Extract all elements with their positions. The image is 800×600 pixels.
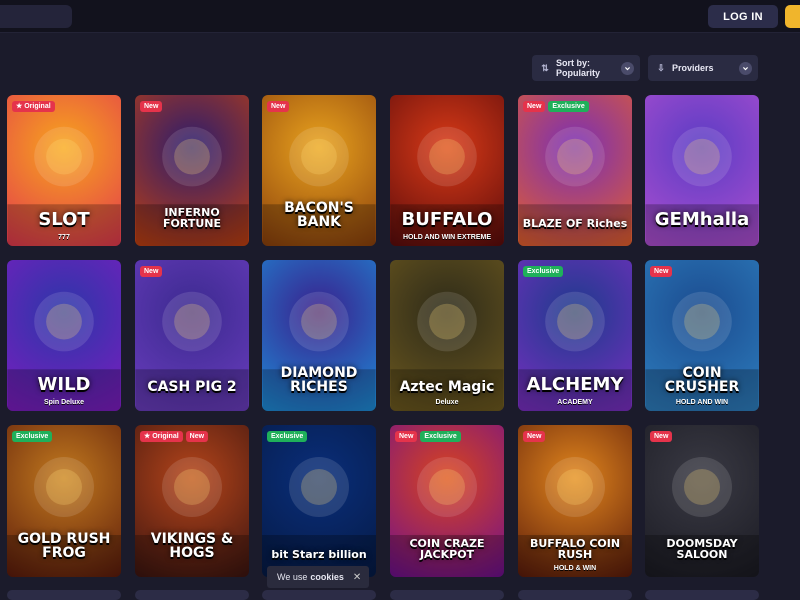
providers-label: Providers [672,63,714,73]
game-subtitle: ACADEMY [557,399,593,406]
badge-group: New [650,431,673,442]
game-tile[interactable]: Exclusive GOLD RUSH FROG [7,425,121,577]
sort-label: Sort by: Popularity [556,58,601,78]
game-tile[interactable]: New Exclusive BLAZE OF Riches [518,95,632,246]
game-title: WILD [37,374,91,396]
game-tile[interactable]: Exclusive bit Starz billion [262,425,376,577]
new-badge: New [140,101,163,112]
signup-button[interactable] [785,5,800,28]
game-tile[interactable]: WILD Spin Deluxe [7,260,121,411]
game-title: Aztec Magic [399,379,495,396]
game-subtitle: Deluxe [435,399,459,406]
close-icon[interactable]: ✕ [353,572,361,583]
game-title: BUFFALO [401,209,493,231]
new-badge: New [185,431,209,442]
badge-group: New [140,266,163,277]
original-badge: ★ Original [140,431,183,442]
badge-group: New [140,101,163,112]
new-badge: New [140,266,163,277]
new-badge: New [650,266,673,277]
game-title: GOLD RUSH FROG [17,530,111,562]
cookie-text: We use [277,572,308,582]
new-badge: New [395,431,418,442]
game-tile[interactable]: New COIN CRUSHER HOLD AND WIN [645,260,759,411]
chevron-down-icon [739,61,752,75]
new-badge: New [523,101,546,112]
game-tile[interactable]: ★ Original New VIKINGS & HOGS [135,425,249,577]
badge-group: New [650,266,673,277]
badge-group: New [523,431,546,442]
chevron-down-icon [621,61,634,75]
exclusive-badge: Exclusive [12,431,53,442]
new-badge: New [650,431,673,442]
badge-group: Exclusive [267,431,308,442]
game-tile[interactable]: New INFERNO FORTUNE [135,95,249,246]
top-bar: LOG IN [0,0,800,33]
game-title: BACON'S BANK [284,199,354,231]
game-tile[interactable]: Aztec Magic Deluxe [390,260,504,411]
game-tile[interactable] [645,590,759,600]
game-tile[interactable] [390,590,504,600]
game-tile[interactable]: BUFFALO HOLD AND WIN EXTREME [390,95,504,246]
providers-icon: ⇩ [657,62,665,73]
sort-icon: ⇅ [541,62,549,73]
exclusive-badge: Exclusive [420,431,461,442]
new-badge: New [523,431,546,442]
game-tile[interactable]: DIAMOND RICHES [262,260,376,411]
cookie-link[interactable]: cookies [310,572,344,582]
game-title: CASH PIG 2 [147,379,237,396]
new-badge: New [267,101,290,112]
badge-group: ★ Original [12,101,55,112]
game-title: BUFFALO COIN RUSH [529,536,621,562]
game-title: COIN CRUSHER [664,364,740,396]
login-button[interactable]: LOG IN [708,5,778,28]
game-tile[interactable] [135,590,249,600]
badge-group: New Exclusive [523,101,589,112]
exclusive-badge: Exclusive [548,101,589,112]
game-tile[interactable] [518,590,632,600]
game-title: BLAZE OF Riches [522,217,628,231]
game-tile[interactable]: GEMhalla [645,95,759,246]
exclusive-badge: Exclusive [523,266,564,277]
game-title: INFERNO FORTUNE [163,205,221,231]
game-title: DOOMSDAY SALOON [666,536,738,562]
game-tile[interactable]: New DOOMSDAY SALOON [645,425,759,577]
badge-group: New [267,101,290,112]
badge-group: Exclusive [523,266,564,277]
cookie-banner: We use cookies ✕ [267,566,369,588]
game-tile[interactable] [262,590,376,600]
game-title: SLOT [38,209,90,231]
game-subtitle: 777 [58,234,70,241]
original-badge: ★ Original [12,101,55,112]
badge-group: Exclusive [12,431,53,442]
game-tile[interactable]: Exclusive ALCHEMY ACADEMY [518,260,632,411]
search-box[interactable] [0,5,72,28]
game-tile[interactable]: New BUFFALO COIN RUSH HOLD & WIN [518,425,632,577]
game-tile[interactable]: ★ Original SLOT 777 [7,95,121,246]
game-title: bit Starz billion [271,548,367,562]
game-title: ALCHEMY [526,374,624,396]
game-subtitle: HOLD AND WIN EXTREME [402,234,492,241]
game-tile[interactable] [7,590,121,600]
badge-group: New Exclusive [395,431,461,442]
game-subtitle: Spin Deluxe [43,399,85,406]
game-title: VIKINGS & HOGS [150,530,234,562]
sort-dropdown[interactable]: ⇅ Sort by: Popularity [532,55,640,81]
game-subtitle: HOLD AND WIN [675,399,729,406]
game-tile[interactable]: New CASH PIG 2 [135,260,249,411]
game-title: DIAMOND RICHES [280,364,358,396]
game-title: COIN CRAZE JACKPOT [409,536,485,562]
game-title: GEMhalla [654,209,750,231]
badge-group: ★ Original New [140,431,209,442]
exclusive-badge: Exclusive [267,431,308,442]
game-tile[interactable]: New Exclusive COIN CRAZE JACKPOT [390,425,504,577]
game-subtitle: HOLD & WIN [553,565,597,572]
providers-dropdown[interactable]: ⇩ Providers [648,55,758,81]
game-tile[interactable]: New BACON'S BANK [262,95,376,246]
